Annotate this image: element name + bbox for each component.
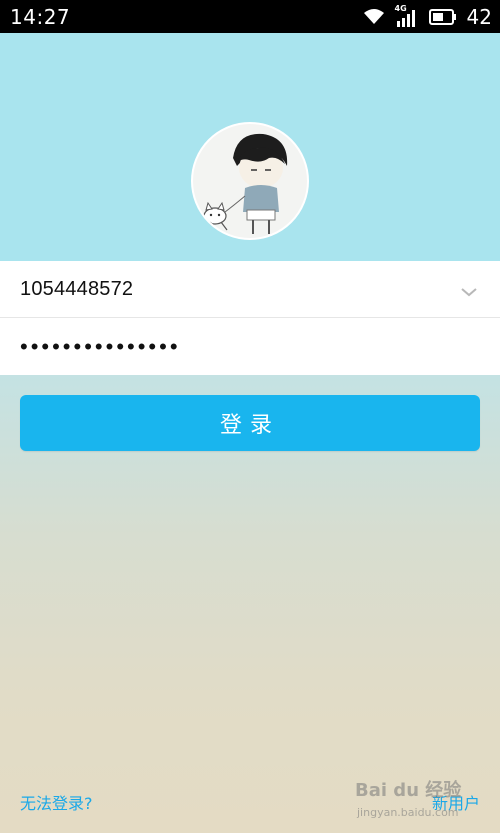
account-field[interactable]: 1054448572 bbox=[0, 261, 500, 318]
account-input[interactable]: 1054448572 bbox=[20, 278, 133, 301]
password-field[interactable]: ••••••••••••••• bbox=[0, 318, 500, 375]
password-input[interactable]: ••••••••••••••• bbox=[20, 334, 181, 360]
chevron-down-icon[interactable] bbox=[460, 283, 478, 302]
baidu-jingyan-watermark: Bai du 经验 jingyan.baidu.com bbox=[355, 776, 475, 826]
avatar[interactable] bbox=[191, 122, 309, 240]
status-time: 14:27 bbox=[10, 4, 71, 29]
battery-icon bbox=[428, 8, 457, 26]
cartoon-boy-with-cat-avatar bbox=[203, 133, 288, 234]
status-icons: 4G 42 bbox=[363, 4, 492, 29]
watermark-text: Bai du 经验 bbox=[355, 780, 462, 801]
battery-level: 42 bbox=[466, 4, 492, 29]
status-bar: 14:27 4G 42 bbox=[0, 0, 500, 33]
signal-icon: 4G bbox=[395, 4, 419, 28]
header-background bbox=[0, 33, 500, 261]
cannot-login-link[interactable]: 无法登录? bbox=[20, 790, 93, 814]
login-button[interactable]: 登录 bbox=[20, 395, 480, 451]
watermark-url: jingyan.baidu.com bbox=[357, 806, 459, 819]
wifi-icon bbox=[363, 8, 385, 26]
login-screen: 14:27 4G 42 1054448572 ••••••••••••••• 登… bbox=[0, 0, 500, 833]
